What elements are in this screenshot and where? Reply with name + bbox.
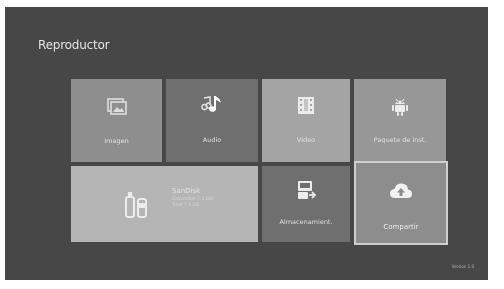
tile-compartir[interactable]: Compartir (354, 161, 448, 245)
tile-almacenamiento[interactable]: Almacenamient. (262, 166, 350, 242)
android-icon (391, 97, 409, 121)
tile-imagen[interactable]: Imagen (71, 79, 162, 162)
tile-imagen-label: Imagen (104, 137, 129, 145)
tile-sandisk[interactable]: SanDisk Disponible 7.3 GB/ Total 7.4 GB (71, 166, 258, 242)
storage-total: Total 7.4 GB (172, 203, 200, 208)
tile-audio[interactable]: Audio (166, 79, 258, 162)
tile-compartir-label: Compartir (383, 223, 419, 231)
storage-details: SanDisk Disponible 7.3 GB/ Total 7.4 GB (172, 187, 214, 209)
music-note-icon (201, 94, 223, 118)
tile-video-label: Video (296, 136, 316, 144)
usb-storage-icon (121, 189, 159, 223)
storage-transfer-icon (296, 180, 317, 204)
version-label: Version 1.0 (451, 264, 474, 269)
tile-paquete-label: Paquete de inst. (373, 136, 427, 144)
image-icon (106, 98, 127, 119)
tile-audio-label: Audio (202, 136, 222, 144)
media-player-screen: Reproductor Imagen Audio Video Paquete d… (5, 7, 488, 280)
tile-almacenamiento-label: Almacenamient. (279, 218, 333, 226)
film-icon (296, 96, 316, 119)
tile-paquete-de-inst[interactable]: Paquete de inst. (354, 79, 446, 162)
tile-video[interactable]: Video (262, 79, 350, 162)
storage-name: SanDisk (172, 187, 201, 195)
cloud-upload-icon (389, 182, 413, 204)
page-title: Reproductor (38, 38, 110, 52)
